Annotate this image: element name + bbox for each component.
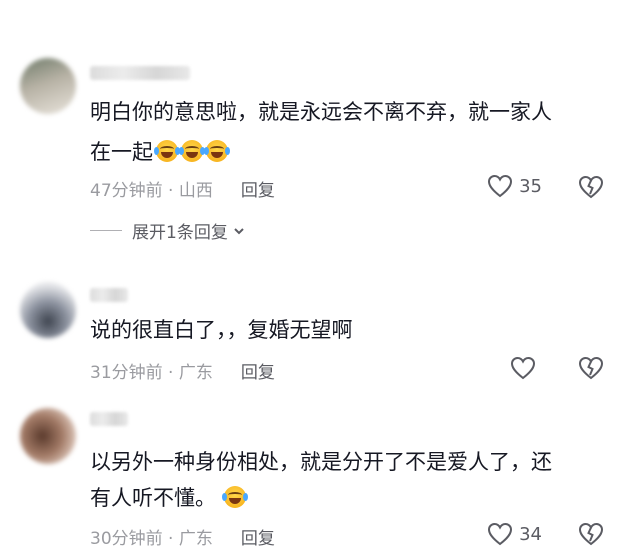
heart-outline-icon — [488, 174, 513, 198]
heart-outline-icon — [510, 356, 536, 380]
broken-heart-outline-icon[interactable] — [578, 355, 604, 381]
reply-button[interactable]: 回复 — [241, 363, 275, 383]
location: 广东 — [178, 529, 213, 549]
timestamp: 30分钟前 — [90, 529, 163, 549]
crying-laughing-emoji-icon — [204, 140, 230, 162]
expand-replies-button[interactable]: 展开1条回复 — [90, 218, 246, 243]
crying-laughing-emoji-icon — [154, 140, 180, 162]
broken-heart-outline-icon[interactable] — [578, 174, 604, 200]
location: 广东 — [178, 363, 213, 383]
comment-text-line-1: 以另外一种身份相处，就是分开了不是爱人了，还 — [90, 450, 552, 474]
timestamp: 47分钟前 — [90, 181, 163, 201]
comment-text: 以另外一种身份相处，就是分开了不是爱人了，还 — [90, 442, 552, 482]
expand-replies-label: 展开1条回复 — [132, 223, 228, 243]
reply-button[interactable]: 回复 — [241, 529, 275, 549]
timestamp: 31分钟前 — [90, 363, 163, 383]
meta-separator: · — [162, 529, 179, 549]
like-button[interactable] — [510, 356, 542, 380]
location: 山西 — [178, 181, 213, 201]
comment-text-line-1: 明白你的意思啦，就是永远会不离不弃，就一家人 — [90, 100, 552, 124]
comment-text: 说的很直白了，，复婚无望啊 — [90, 310, 353, 350]
meta-separator: · — [162, 181, 179, 201]
meta-separator: · — [162, 363, 179, 383]
broken-heart-outline-icon[interactable] — [578, 521, 604, 547]
crying-laughing-emoji-icon — [222, 486, 248, 508]
avatar[interactable] — [20, 408, 76, 464]
username-blurred[interactable] — [90, 412, 128, 426]
avatar[interactable] — [20, 58, 76, 114]
username-blurred[interactable] — [90, 66, 190, 80]
like-count: 35 — [519, 175, 542, 197]
comment-text: 有人听不懂。 — [90, 478, 248, 518]
comment-text-line-2: 有人听不懂。 — [90, 486, 216, 510]
divider-line — [90, 230, 122, 231]
comment-text: 在一起 — [90, 132, 230, 172]
crying-laughing-emoji-icon — [179, 140, 205, 162]
like-count: 34 — [519, 523, 542, 545]
like-button[interactable]: 34 — [487, 522, 542, 546]
reply-button[interactable]: 回复 — [241, 181, 275, 201]
comment-text-line-2: 在一起 — [90, 140, 153, 164]
username-blurred[interactable] — [90, 288, 128, 302]
comment-meta: 31分钟前 · 广东 回复 — [90, 358, 275, 383]
heart-outline-icon — [488, 522, 513, 546]
like-button[interactable]: 35 — [487, 174, 542, 198]
comment-text: 明白你的意思啦，就是永远会不离不弃，就一家人 — [90, 92, 552, 132]
comment-text-line-1: 说的很直白了，，复婚无望啊 — [90, 318, 353, 342]
chevron-down-icon — [234, 227, 244, 234]
comment-meta: 30分钟前 · 广东 回复 — [90, 524, 275, 549]
comment-meta: 47分钟前 · 山西 回复 — [90, 176, 275, 201]
avatar[interactable] — [20, 282, 76, 338]
